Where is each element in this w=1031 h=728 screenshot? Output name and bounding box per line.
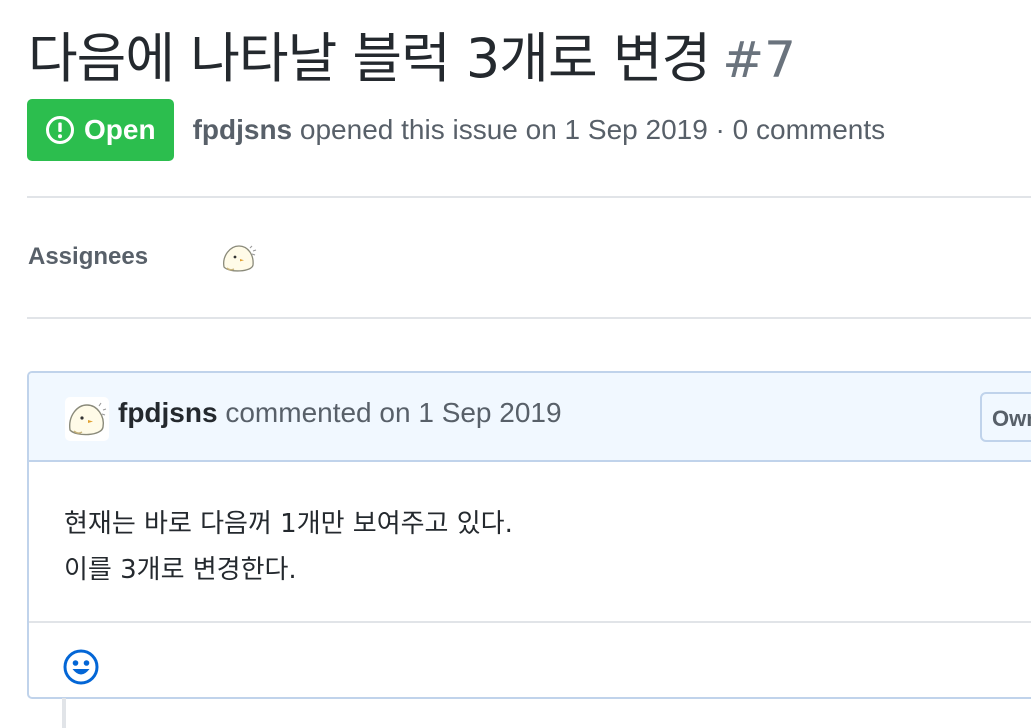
issue-meta-rest: opened this issue on 1 Sep 2019 · 0 comm… (299, 114, 886, 145)
state-label: Open (84, 114, 156, 145)
smiley-icon[interactable] (62, 648, 100, 686)
comment-avatar[interactable] (65, 397, 109, 441)
issue-meta-text: fpdjsns opened this issue on 1 Sep 2019 … (193, 114, 886, 146)
divider (27, 196, 1031, 198)
comment-header: fpdjsns commented on 1 Sep 2019 Owner (29, 373, 1031, 462)
issue-number: #7 (722, 31, 796, 89)
comment-line: 현재는 바로 다음꺼 1개만 보여주고 있다. (64, 509, 513, 539)
owner-badge: Owner (980, 392, 1031, 442)
comment-head-text: fpdjsns commented on 1 Sep 2019 (118, 397, 562, 429)
issue-title: 다음에 나타날 블럭 3개로 변경 (28, 27, 711, 90)
timeline-line (62, 698, 66, 728)
issue-title-row: 다음에 나타날 블럭 3개로 변경 #7 (28, 14, 796, 93)
issue-opened-icon (46, 116, 74, 144)
comment-action[interactable]: commented on 1 Sep 2019 (225, 397, 561, 428)
assignees-label: Assignees (28, 243, 149, 270)
divider (27, 317, 1031, 319)
issue-meta: Open fpdjsns opened this issue on 1 Sep … (27, 99, 885, 161)
comment-author-link[interactable]: fpdjsns (118, 397, 218, 428)
comment-footer-divider (29, 621, 1031, 623)
chick-avatar-icon (69, 402, 107, 436)
issue-author-link[interactable]: fpdjsns (193, 114, 293, 145)
comment-line: 이를 3개로 변경한다. (64, 555, 297, 585)
comment-box: fpdjsns commented on 1 Sep 2019 Owner 현재… (27, 371, 1031, 699)
assignee-avatar[interactable] (219, 240, 259, 276)
state-badge: Open (27, 99, 174, 161)
comment-body: 현재는 바로 다음꺼 1개만 보여주고 있다. 이를 3개로 변경한다. (64, 501, 513, 593)
